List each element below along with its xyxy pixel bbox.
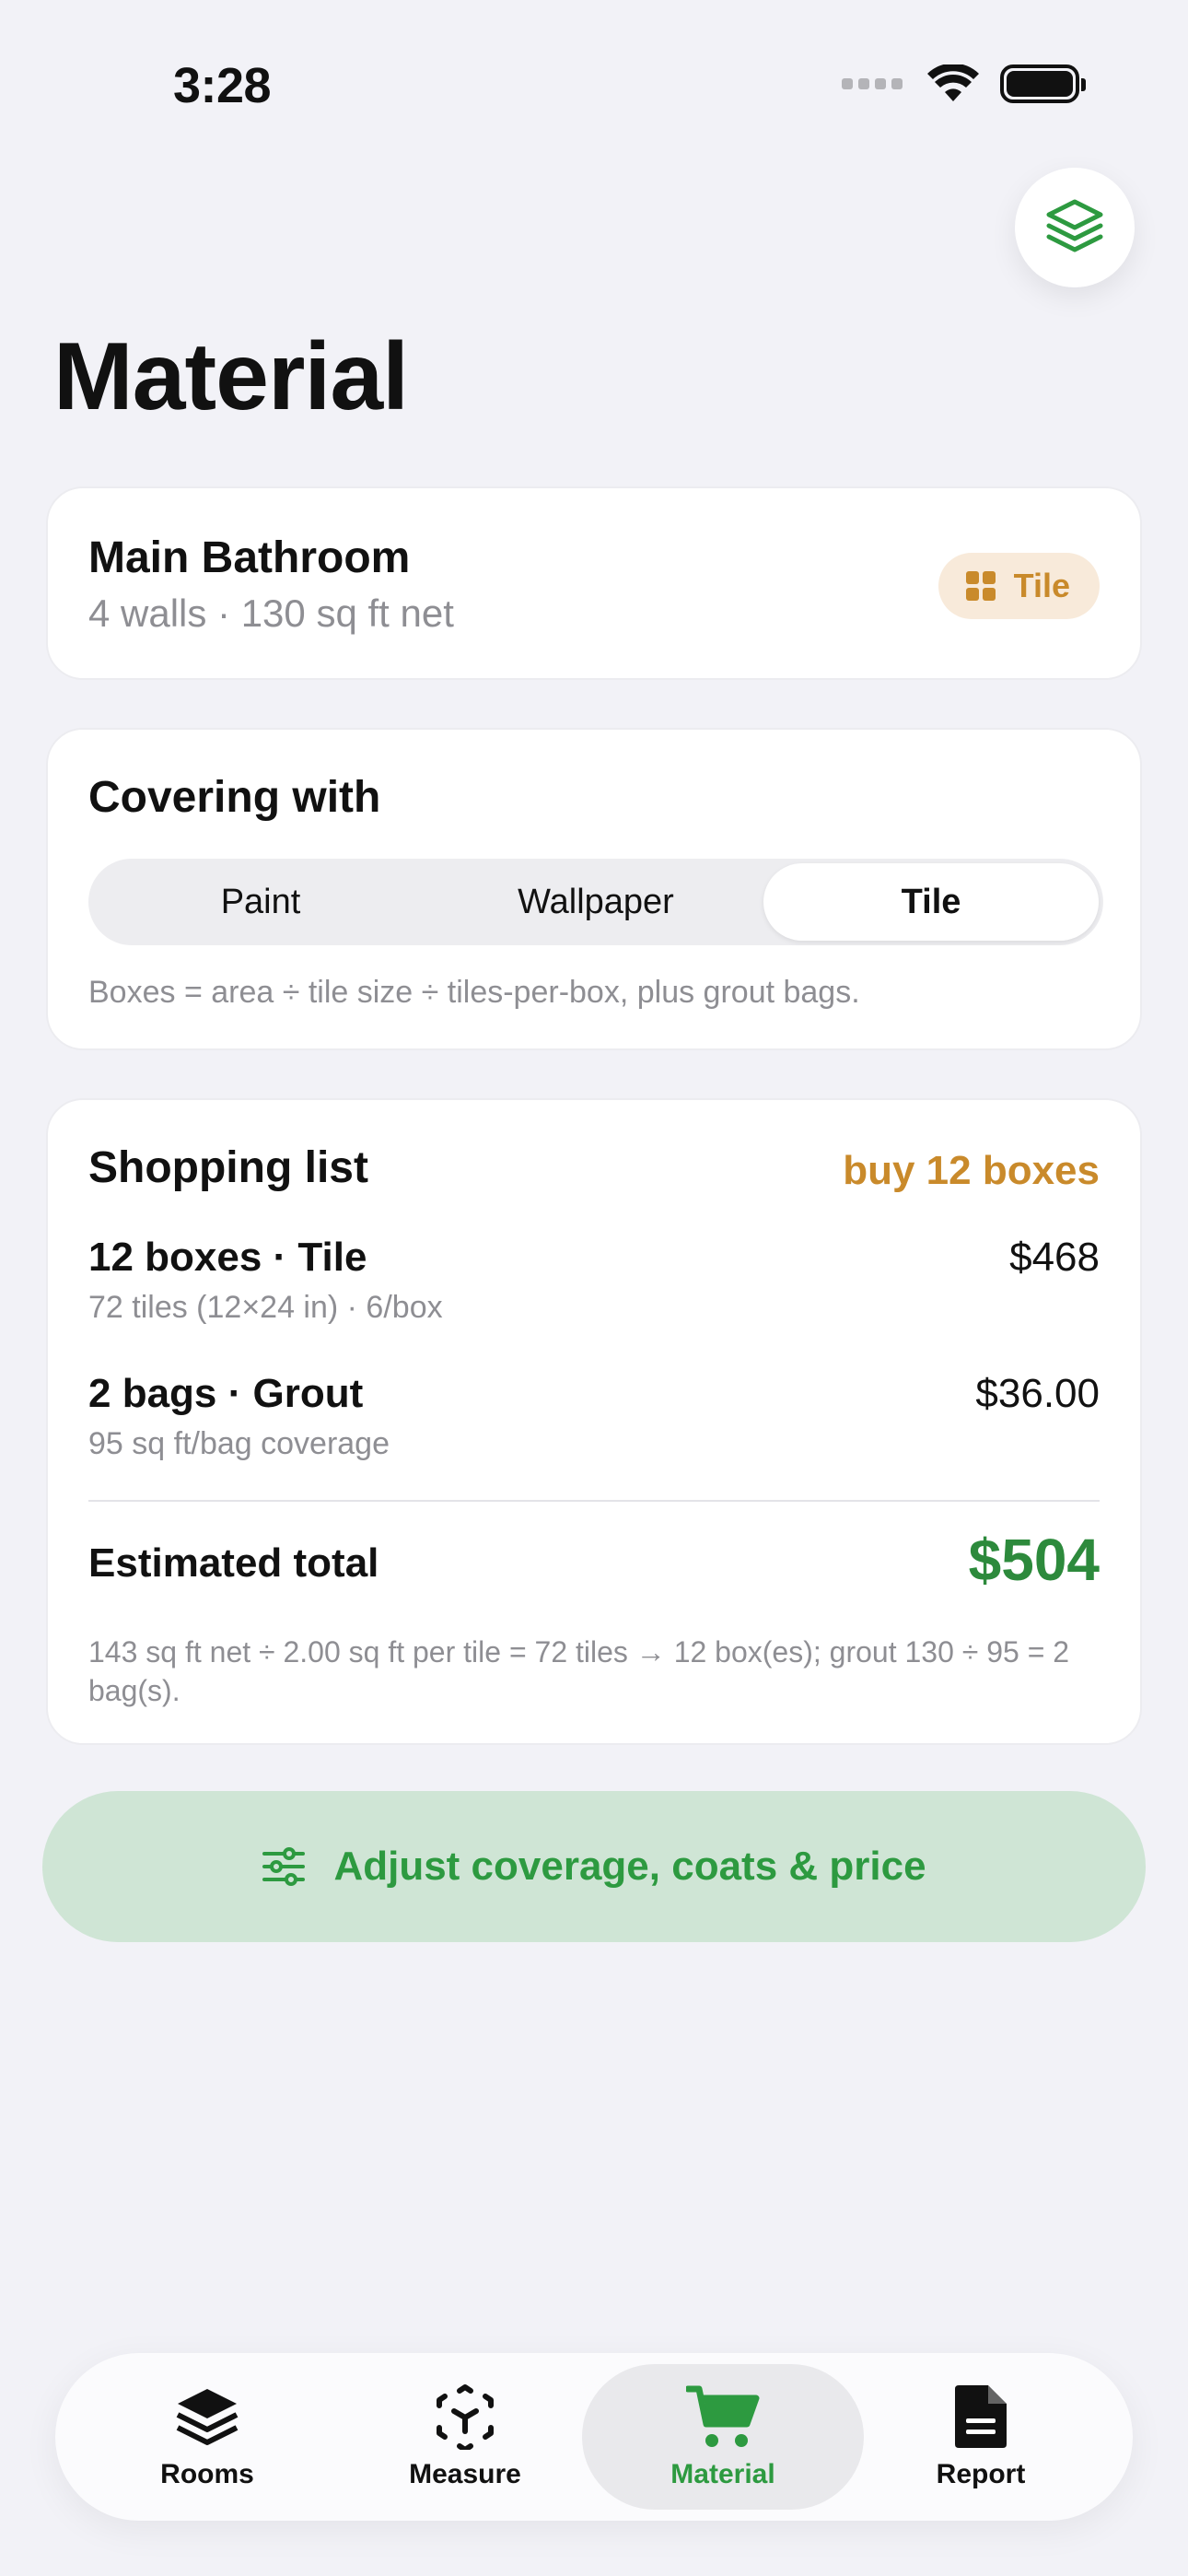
status-time: 3:28: [173, 58, 272, 113]
total-value: $504: [968, 1527, 1100, 1593]
item-title: 2 bags · Grout: [88, 1371, 364, 1416]
ar-cube-icon: [437, 2384, 494, 2450]
item-price: $36.00: [975, 1371, 1100, 1416]
status-icons: [842, 64, 1086, 103]
tab-label: Report: [936, 2459, 1026, 2489]
tab-label: Material: [670, 2459, 775, 2489]
room-card[interactable]: Main Bathroom 4 walls · 130 sq ft net Ti…: [46, 486, 1142, 680]
list-item: 12 boxes · Tile 72 tiles (12×24 in) · 6/…: [88, 1235, 1100, 1326]
wifi-icon: [927, 64, 979, 101]
total-label: Estimated total: [88, 1540, 379, 1586]
layers-icon: [176, 2389, 239, 2445]
adjust-button[interactable]: Adjust coverage, coats & price: [42, 1791, 1146, 1942]
segment-paint[interactable]: Paint: [93, 863, 428, 941]
item-title: 12 boxes · Tile: [88, 1235, 367, 1280]
segment-tile[interactable]: Tile: [763, 863, 1099, 941]
room-name: Main Bathroom: [88, 533, 411, 582]
cellular-signal-icon: [842, 78, 903, 89]
tab-rooms[interactable]: Rooms: [66, 2364, 348, 2510]
tab-measure[interactable]: Measure: [324, 2364, 606, 2510]
divider: [88, 1500, 1100, 1502]
covering-card: Covering with Paint Wallpaper Tile Boxes…: [46, 728, 1142, 1050]
material-badge: Tile: [938, 553, 1100, 619]
material-screen: 3:28 Material Main Bathroom 4 walls · 13…: [0, 0, 1188, 2576]
page-title: Material: [53, 323, 409, 430]
item-detail: 72 tiles (12×24 in) · 6/box: [88, 1290, 443, 1325]
document-icon: [955, 2385, 1007, 2448]
tab-report[interactable]: Report: [840, 2364, 1122, 2510]
item-detail: 95 sq ft/bag coverage: [88, 1426, 390, 1461]
covering-title: Covering with: [88, 773, 381, 822]
tab-material[interactable]: Material: [582, 2364, 864, 2510]
tab-bar: Rooms Measure Material Report: [55, 2353, 1133, 2521]
adjust-button-label: Adjust coverage, coats & price: [333, 1844, 926, 1889]
layers-icon: [1046, 199, 1103, 252]
room-summary: 4 walls · 130 sq ft net: [88, 591, 454, 635]
covering-segmented-control: Paint Wallpaper Tile: [88, 859, 1103, 945]
shopping-list-title: Shopping list: [88, 1143, 368, 1192]
layers-button[interactable]: [1015, 168, 1135, 287]
material-badge-label: Tile: [1013, 567, 1070, 604]
tab-label: Rooms: [160, 2459, 254, 2489]
tile-grid-icon: [965, 571, 996, 601]
battery-icon: [1000, 64, 1086, 103]
buy-summary: buy 12 boxes: [843, 1148, 1100, 1193]
covering-hint: Boxes = area ÷ tile size ÷ tiles-per-box…: [88, 975, 860, 1010]
cart-icon: [686, 2385, 760, 2447]
shopping-list-card: Shopping list buy 12 boxes 12 boxes · Ti…: [46, 1098, 1142, 1745]
calculation-formula: 143 sq ft net ÷ 2.00 sq ft per tile = 72…: [88, 1635, 1070, 1707]
item-price: $468: [1009, 1235, 1100, 1280]
segment-wallpaper[interactable]: Wallpaper: [428, 863, 763, 941]
sliders-icon: [262, 1847, 306, 1886]
list-item: 2 bags · Grout 95 sq ft/bag coverage $36…: [88, 1371, 1100, 1462]
tab-label: Measure: [409, 2459, 521, 2489]
